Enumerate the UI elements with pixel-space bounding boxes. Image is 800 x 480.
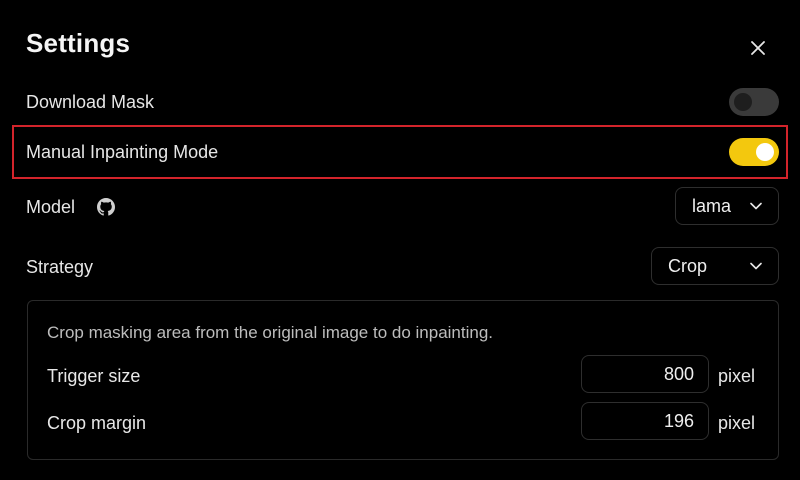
close-button[interactable] — [744, 34, 772, 62]
model-select-value: lama — [692, 195, 732, 216]
download-mask-toggle[interactable] — [729, 88, 779, 116]
crop-margin-input[interactable] — [581, 402, 709, 440]
chevron-down-icon — [750, 262, 762, 270]
strategy-select[interactable]: Crop — [651, 247, 779, 285]
strategy-description: Crop masking area from the original imag… — [47, 323, 494, 342]
strategy-details-panel: Crop masking area from the original imag… — [27, 300, 779, 460]
manual-inpainting-label: Manual Inpainting Mode — [26, 142, 219, 162]
trigger-size-unit: pixel — [718, 366, 756, 386]
github-icon[interactable] — [97, 198, 115, 216]
dialog-title: Settings — [26, 28, 131, 58]
crop-margin-unit: pixel — [718, 413, 756, 433]
strategy-label: Strategy — [26, 257, 94, 277]
manual-inpainting-toggle[interactable] — [729, 138, 779, 166]
model-select[interactable]: lama — [675, 187, 779, 225]
chevron-down-icon — [750, 202, 762, 210]
trigger-size-label: Trigger size — [47, 366, 141, 386]
close-icon — [751, 41, 765, 55]
trigger-size-input[interactable] — [581, 355, 709, 393]
toggle-knob — [734, 93, 752, 111]
toggle-knob — [756, 143, 774, 161]
model-label: Model — [26, 197, 76, 217]
crop-margin-label: Crop margin — [47, 413, 147, 433]
strategy-select-value: Crop — [668, 255, 708, 276]
settings-dialog: Settings Download Mask Manual Inpainting… — [0, 0, 800, 480]
download-mask-label: Download Mask — [26, 92, 155, 112]
